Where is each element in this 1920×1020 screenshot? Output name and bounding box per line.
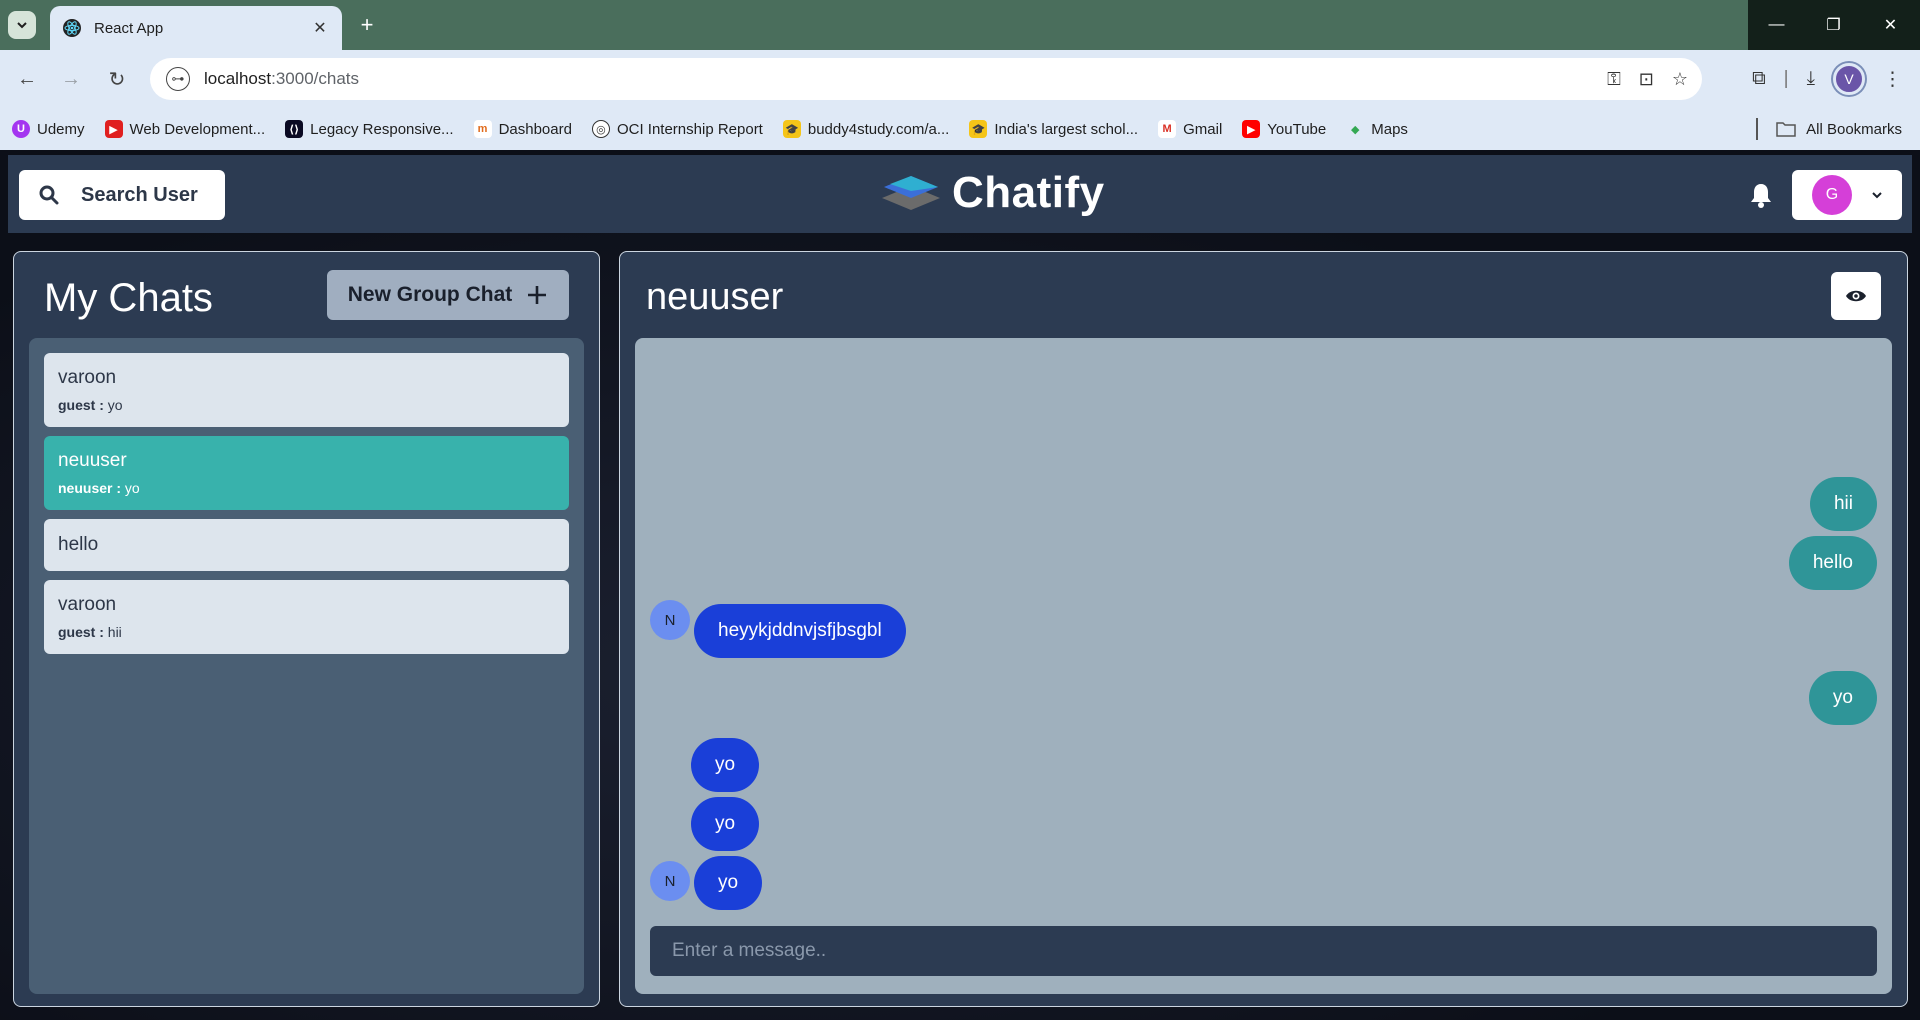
- chat-box: neuuser hii hello N heyykjddnvjsfjbsgbl …: [619, 251, 1908, 1007]
- react-icon: [63, 19, 81, 37]
- chat-list-item[interactable]: varoon guest : yo: [44, 353, 569, 427]
- browser-toolbar: ← → ↻ ⊶ localhost:3000/chats ⚿ ⊡ ☆ ⧉ | ⤓…: [0, 50, 1920, 108]
- message-bubble-sent: hello: [1788, 536, 1877, 590]
- eye-icon: [1846, 290, 1866, 302]
- chat-name: varoon: [58, 594, 117, 615]
- bookmark-item[interactable]: 🎓 buddy4study.com/a...: [782, 120, 949, 138]
- user-avatar: G: [1812, 175, 1852, 215]
- toolbar-divider: |: [1783, 68, 1789, 89]
- chat-list-item-active[interactable]: neuuser neuuser : yo: [44, 436, 569, 510]
- minimize-icon[interactable]: —: [1748, 0, 1805, 50]
- view-profile-button[interactable]: [1831, 272, 1881, 320]
- plus-icon: [528, 286, 547, 304]
- chat-list-item[interactable]: varoon guest : hii: [44, 580, 569, 654]
- bookmarks-divider: [1756, 118, 1759, 140]
- message-bubble-received: heyykjddnvjsfjbsgbl: [694, 604, 906, 658]
- graduation-cap-icon: 🎓: [782, 120, 801, 138]
- graduation-cap-icon: 🎓: [969, 120, 988, 138]
- chat-latest-message: guest : hii: [58, 624, 122, 640]
- site-info-icon[interactable]: ⊶: [166, 67, 190, 91]
- bookmarks-bar: U Udemy ▶ Web Development... ⟨⟩ Legacy Resp…: [0, 108, 1920, 150]
- tab-close-icon[interactable]: ✕: [310, 18, 330, 38]
- back-icon[interactable]: ←: [10, 62, 44, 96]
- udemy-icon: U: [12, 120, 30, 138]
- address-bar[interactable]: ⊶ localhost:3000/chats ⚿ ⊡ ☆: [150, 58, 1702, 100]
- messages-area: hii hello N heyykjddnvjsfjbsgbl yo yo yo…: [635, 338, 1892, 994]
- logo-text: Chatify: [952, 168, 1105, 217]
- chatify-logo: Chatify: [880, 163, 1105, 223]
- message-input[interactable]: [650, 926, 1877, 976]
- reload-icon[interactable]: ↻: [100, 62, 134, 96]
- app-header: Search User Chatify G: [8, 155, 1912, 233]
- bookmark-item[interactable]: m Dashboard: [473, 120, 572, 138]
- message-bubble-sent: hii: [1809, 477, 1877, 531]
- bookmark-item[interactable]: M Gmail: [1158, 120, 1222, 138]
- tab-title: React App: [94, 19, 164, 37]
- chat-list-item[interactable]: hello: [44, 519, 569, 571]
- chat-list: varoon guest : yo neuuser neuuser : yo h…: [29, 338, 584, 994]
- chevron-down-icon: [1872, 192, 1882, 199]
- message-bubble-received: yo: [691, 797, 760, 851]
- maps-pin-icon: ◆: [1346, 120, 1365, 138]
- new-group-chat-label: New Group Chat: [347, 283, 513, 306]
- forward-icon[interactable]: →: [54, 62, 88, 96]
- search-user-label: Search User: [81, 183, 198, 206]
- restore-icon[interactable]: ❐: [1805, 0, 1862, 50]
- chat-title: neuuser: [646, 276, 784, 318]
- url-path: :3000/chats: [271, 69, 360, 88]
- install-app-icon[interactable]: ⊡: [1639, 69, 1654, 90]
- chevron-down-icon: [17, 22, 27, 29]
- chat-name: hello: [58, 534, 99, 555]
- freecodecamp-icon: ⟨⟩: [285, 120, 304, 138]
- chat-name: neuuser: [58, 450, 127, 471]
- layers-logo-icon: [882, 176, 940, 210]
- password-key-icon[interactable]: ⚿: [1607, 69, 1621, 90]
- bookmark-item[interactable]: ▶ YouTube: [1242, 120, 1326, 138]
- sender-avatar[interactable]: N: [650, 861, 690, 901]
- bookmark-item[interactable]: ⟨⟩ Legacy Responsive...: [285, 120, 454, 138]
- close-window-icon[interactable]: ✕: [1862, 0, 1919, 50]
- new-group-chat-button[interactable]: New Group Chat: [327, 270, 569, 320]
- chat-latest-message: guest : yo: [58, 397, 123, 413]
- tab-search-button[interactable]: [8, 11, 36, 39]
- window-controls: — ❐ ✕: [1748, 0, 1920, 50]
- chat-name: varoon: [58, 367, 117, 388]
- browser-tab[interactable]: React App ✕: [50, 6, 342, 50]
- dashboard-icon: m: [473, 120, 492, 138]
- youtube-icon: ▶: [104, 120, 123, 138]
- downloads-icon[interactable]: ⤓: [1807, 68, 1815, 90]
- browser-tabstrip: React App ✕ + — ❐ ✕: [0, 0, 1920, 50]
- bookmark-star-icon[interactable]: ☆: [1672, 69, 1688, 90]
- message-bubble-sent: yo: [1808, 671, 1877, 725]
- all-bookmarks[interactable]: All Bookmarks: [1756, 108, 1902, 150]
- gmail-icon: M: [1158, 120, 1177, 138]
- bookmark-item[interactable]: ◎ OCI Internship Report: [591, 120, 763, 138]
- search-icon: [39, 185, 59, 205]
- extensions-icon[interactable]: ⧉: [1752, 68, 1766, 90]
- bookmark-item[interactable]: 🎓 India's largest schol...: [969, 120, 1138, 138]
- new-tab-button[interactable]: +: [352, 10, 382, 40]
- chat-latest-message: neuuser : yo: [58, 480, 140, 496]
- my-chats-panel: My Chats New Group Chat varoon guest : y…: [13, 251, 600, 1007]
- message-bubble-received: yo: [694, 856, 763, 910]
- message-bubble-received: yo: [691, 738, 760, 792]
- youtube-icon: ▶: [1242, 120, 1261, 138]
- sender-avatar[interactable]: N: [650, 600, 690, 640]
- openai-icon: ◎: [591, 120, 610, 138]
- bookmark-item[interactable]: U Udemy: [12, 120, 85, 138]
- my-chats-heading: My Chats: [44, 276, 213, 320]
- bookmark-item[interactable]: ◆ Maps: [1346, 120, 1408, 138]
- url-host: localhost: [204, 69, 272, 88]
- browser-menu-icon[interactable]: ⋮: [1883, 68, 1902, 91]
- folder-icon: [1776, 122, 1796, 137]
- browser-profile-avatar[interactable]: V: [1833, 63, 1865, 95]
- notification-bell-icon[interactable]: [1748, 181, 1774, 209]
- search-user-button[interactable]: Search User: [19, 170, 225, 220]
- profile-menu-button[interactable]: G: [1792, 170, 1902, 220]
- bookmark-item[interactable]: ▶ Web Development...: [104, 120, 265, 138]
